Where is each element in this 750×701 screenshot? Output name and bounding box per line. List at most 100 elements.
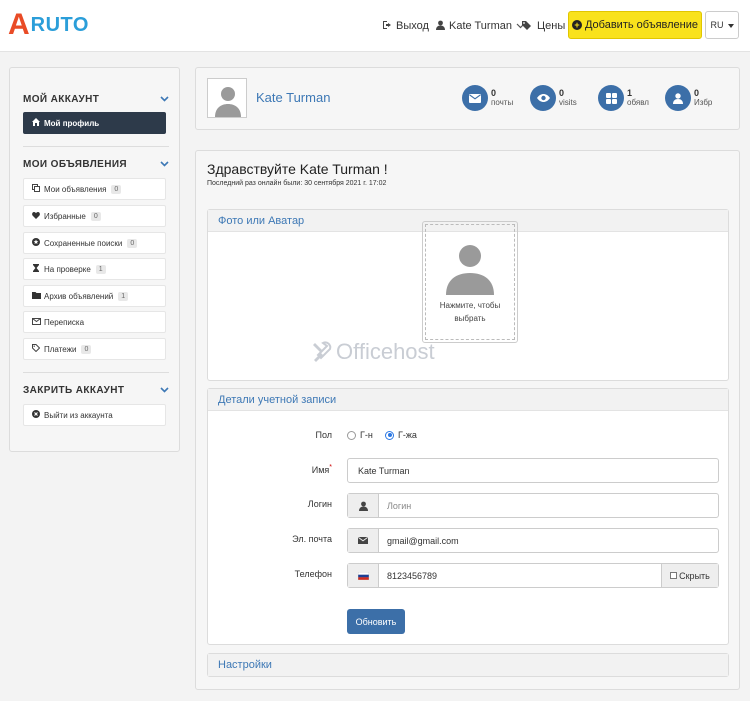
profile-summary-card: Kate Turman 0 почты 0 visits 1 обявл 0 Избр bbox=[195, 67, 740, 130]
greeting-title: Здравствуйте Kate Turman ! bbox=[207, 161, 388, 177]
sidebar-item-label: Мой профиль bbox=[44, 118, 100, 128]
name-input[interactable]: Kate Turman bbox=[347, 458, 719, 483]
sidebar-item-messages[interactable]: Переписка bbox=[23, 311, 166, 333]
count-badge: 0 bbox=[127, 238, 138, 248]
section-my-account[interactable]: МОЙ АККАУНТ bbox=[23, 91, 169, 107]
hide-phone-checkbox[interactable]: Скрыть bbox=[661, 564, 718, 587]
email-input[interactable]: gmail@gmail.com bbox=[347, 528, 719, 553]
tag-icon bbox=[31, 344, 41, 354]
envelope-icon bbox=[462, 85, 488, 111]
sidebar-item-archive[interactable]: Архив объявлений 1 bbox=[23, 285, 166, 307]
stat-visits[interactable]: 0 visits bbox=[530, 84, 577, 112]
sidebar-item-label: Платежи bbox=[44, 344, 77, 354]
section-title: ЗАКРИТЬ АККАУНТ bbox=[23, 384, 125, 396]
account-details-panel: Детали учетной записи Пол Г-н Г-жа Имя* … bbox=[207, 388, 729, 645]
section-close-account[interactable]: ЗАКРИТЬ АККАУНТ bbox=[23, 382, 169, 398]
phone-label: Телефон bbox=[294, 569, 332, 579]
sidebar-item-favorites[interactable]: Избранные 0 bbox=[23, 205, 166, 227]
account-sidebar: МОЙ АККАУНТ Мой профиль МОИ ОБЪЯВЛЕНИЯ М… bbox=[9, 67, 180, 452]
sidebar-item-label: Мои объявления bbox=[44, 184, 107, 194]
chevron-down-icon bbox=[160, 385, 169, 395]
input-value: Kate Turman bbox=[358, 465, 410, 476]
section-title: МОЙ АККАУНТ bbox=[23, 93, 100, 105]
input-value: 8123456789 bbox=[387, 570, 438, 581]
stat-number: 0 bbox=[491, 88, 497, 98]
sidebar-item-saved-searches[interactable]: Сохраненные поиски 0 bbox=[23, 232, 166, 254]
sidebar-item-label: Переписка bbox=[44, 317, 85, 327]
plus-circle-icon: + bbox=[571, 20, 582, 30]
close-circle-icon bbox=[31, 410, 41, 420]
sidebar-item-logout[interactable]: Выйти из аккаунта bbox=[23, 404, 166, 426]
sidebar-item-pending[interactable]: На проверке 1 bbox=[23, 258, 166, 280]
stat-number: 0 bbox=[559, 88, 565, 98]
name-label-text: Имя bbox=[311, 465, 330, 475]
profile-edit-card: Здравствуйте Kate Turman ! Последний раз… bbox=[195, 150, 740, 690]
tools-icon bbox=[313, 341, 332, 362]
count-badge: 0 bbox=[111, 184, 122, 194]
hourglass-icon bbox=[31, 264, 41, 274]
logo-letter: A bbox=[8, 8, 30, 41]
watermark-text: Officehost bbox=[336, 339, 435, 364]
stat-label: visits bbox=[559, 98, 577, 107]
input-value: gmail@gmail.com bbox=[387, 535, 459, 546]
section-my-ads[interactable]: МОИ ОБЪЯВЛЕНИЯ bbox=[23, 156, 169, 172]
settings-panel[interactable]: Настройки bbox=[207, 653, 729, 677]
panel-title: Детали учетной записи bbox=[208, 389, 728, 411]
count-badge: 1 bbox=[95, 264, 106, 274]
radio-label: Г-жа bbox=[398, 430, 417, 440]
prices-link[interactable]: Цены bbox=[522, 0, 565, 52]
input-placeholder: Логин bbox=[387, 500, 412, 511]
envelope-icon bbox=[348, 529, 379, 552]
update-button[interactable]: Обновить bbox=[347, 609, 405, 634]
stat-label: Избр bbox=[694, 98, 713, 107]
tags-icon bbox=[522, 20, 533, 33]
stat-favorites[interactable]: 0 Избр bbox=[665, 84, 712, 112]
dropzone-text: Нажмите, чтобы выбрать bbox=[439, 301, 501, 323]
sidebar-item-payments[interactable]: Платежи 0 bbox=[23, 338, 166, 360]
eye-icon bbox=[530, 85, 556, 111]
gender-option-mr[interactable]: Г-н bbox=[347, 430, 373, 440]
avatar-dropzone[interactable]: Нажмите, чтобы выбрать bbox=[422, 221, 518, 343]
divider bbox=[23, 146, 169, 147]
language-value: RU bbox=[710, 20, 724, 30]
checkbox-icon bbox=[670, 572, 678, 579]
phone-input[interactable]: 8123456789 Скрыть bbox=[347, 563, 719, 588]
required-mark: * bbox=[329, 464, 332, 471]
user-menu[interactable]: Kate Turman bbox=[436, 0, 525, 52]
radio-label: Г-н bbox=[360, 430, 373, 440]
email-label: Эл. почта bbox=[292, 534, 332, 544]
add-listing-label: Добавить объявление bbox=[584, 19, 699, 31]
avatar-placeholder-icon bbox=[446, 245, 494, 295]
profile-name[interactable]: Kate Turman bbox=[256, 90, 330, 105]
user-icon bbox=[665, 85, 691, 111]
last-seen-text: Последний раз онлайн были: 30 сентября 2… bbox=[207, 180, 387, 187]
stat-label: почты bbox=[491, 98, 514, 107]
chevron-down-icon bbox=[160, 159, 169, 169]
grid-icon bbox=[598, 85, 624, 111]
home-icon bbox=[31, 118, 41, 128]
login-label: Логин bbox=[307, 499, 332, 509]
logout-link[interactable]: Выход bbox=[382, 0, 429, 52]
stat-mail[interactable]: 0 почты bbox=[462, 84, 513, 112]
chevron-down-icon bbox=[160, 94, 169, 104]
radio-icon bbox=[347, 430, 356, 440]
language-select[interactable]: RU bbox=[705, 11, 739, 39]
stat-listings[interactable]: 1 обявл bbox=[598, 84, 649, 112]
watermark: Officehost bbox=[310, 339, 435, 365]
sidebar-item-label: Сохраненные поиски bbox=[44, 238, 123, 248]
login-input[interactable]: Логин bbox=[347, 493, 719, 518]
sidebar-item-my-profile[interactable]: Мой профиль bbox=[23, 112, 166, 134]
sidebar-item-my-ads[interactable]: Мои объявления 0 bbox=[23, 178, 166, 200]
gender-option-mrs[interactable]: Г-жа bbox=[385, 430, 417, 440]
add-listing-button[interactable]: + Добавить объявление bbox=[568, 11, 702, 39]
stat-number: 1 bbox=[627, 88, 633, 98]
sidebar-item-label: Выйти из аккаунта bbox=[44, 410, 113, 420]
panel-title: Настройки bbox=[208, 654, 728, 676]
stat-label: обявл bbox=[627, 98, 649, 107]
caret-down-icon bbox=[727, 20, 734, 30]
logo-text: RUTO bbox=[30, 13, 89, 36]
flag-ru-icon[interactable] bbox=[348, 564, 379, 587]
logout-label: Выход bbox=[396, 20, 429, 32]
site-logo[interactable]: A RUTO bbox=[8, 10, 89, 40]
checkbox-label: Скрыть bbox=[679, 570, 710, 581]
